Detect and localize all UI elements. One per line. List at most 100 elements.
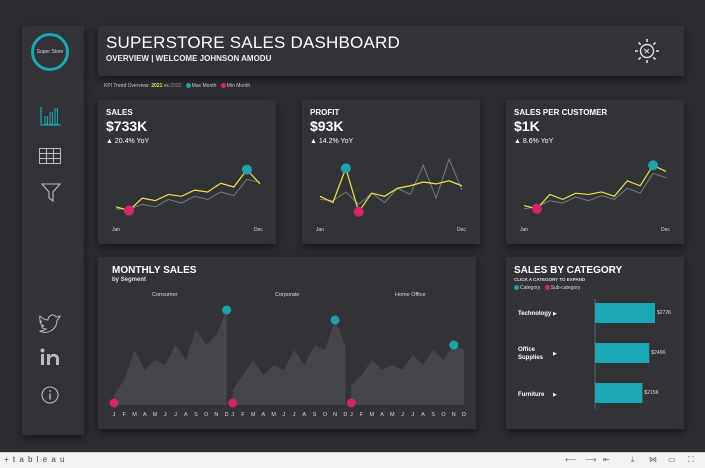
- max-month-point: [340, 163, 351, 174]
- category-subtitle: CLICK A CATEGORY TO EXPAND: [514, 277, 586, 282]
- month-label: A: [142, 412, 147, 418]
- category-label-technology[interactable]: Technology: [518, 310, 551, 318]
- expand-arrow-icon[interactable]: ▶: [553, 351, 557, 357]
- month-label: M: [152, 412, 158, 418]
- category-label-furniture[interactable]: Furniture: [518, 391, 544, 399]
- logo-text: Super Store: [36, 49, 64, 55]
- month-label: D: [462, 412, 466, 418]
- twitter-icon[interactable]: [39, 314, 61, 333]
- month-label: S: [312, 412, 317, 418]
- kpi-card-sales[interactable]: SALES $733K ▲ 20.4% YoY Jan Dec: [98, 100, 276, 244]
- expand-arrow-icon[interactable]: ▶: [553, 392, 557, 398]
- category-title: SALES BY CATEGORY: [514, 265, 623, 276]
- month-label: S: [431, 412, 436, 418]
- header-panel: SUPERSTORE SALES DASHBOARD OVERVIEW | WE…: [98, 26, 684, 76]
- monthly-subtitle: by Segment: [112, 277, 147, 283]
- month-label: N: [333, 412, 338, 418]
- max-month-point: [222, 305, 232, 315]
- footer-toolbar: + t a b l e a u ⟵ ⟶ ⇤ ⤓ ⋈ ▭ ⛶: [0, 452, 705, 468]
- tableau-brand[interactable]: + t a b l e a u: [4, 455, 65, 464]
- axis-end-label: Dec: [457, 227, 466, 233]
- category-bar: [595, 343, 650, 363]
- download-icon[interactable]: ⤓: [631, 455, 635, 465]
- month-label: J: [231, 412, 235, 418]
- kpi-sparkline: [115, 164, 261, 216]
- bar-value-label: $246K: [651, 350, 666, 356]
- kpi-label: SALES PER CUSTOMER: [514, 108, 608, 117]
- min-month-point: [228, 398, 238, 408]
- fullscreen-icon[interactable]: ⛶: [688, 455, 694, 465]
- filter-icon[interactable]: [40, 183, 62, 203]
- info-icon[interactable]: [41, 386, 59, 404]
- kpi-yoy: ▲ 8.6% YoY: [514, 138, 554, 145]
- min-month-point: [124, 205, 135, 216]
- min-month-point: [531, 203, 542, 214]
- month-label: J: [349, 412, 353, 418]
- segment-area: [351, 345, 464, 405]
- axis-end-label: Dec: [661, 227, 670, 233]
- undo-icon[interactable]: ⟵: [565, 455, 576, 464]
- month-label: N: [214, 412, 219, 418]
- min-month-point: [346, 398, 356, 408]
- kpi-card-profit[interactable]: PROFIT $93K ▲ 14.2% YoY Jan Dec: [302, 100, 480, 244]
- month-label: F: [359, 412, 364, 418]
- min-month-point: [109, 398, 119, 408]
- category-legend: Category Sub-category: [514, 285, 580, 291]
- table-icon[interactable]: [39, 148, 61, 164]
- month-label: A: [261, 412, 266, 418]
- category-label-office-supplies[interactable]: Office Supplies: [518, 346, 552, 362]
- share-icon[interactable]: ⋈: [649, 455, 657, 464]
- redo-icon[interactable]: ⟶: [585, 455, 596, 464]
- month-label: J: [112, 412, 116, 418]
- kpi-yoy: ▲ 20.4% YoY: [106, 138, 150, 145]
- linkedin-icon[interactable]: [40, 348, 60, 366]
- category-dot-icon: [514, 285, 519, 291]
- month-label: J: [163, 412, 167, 418]
- axis-start-label: Jan: [520, 227, 529, 233]
- month-label: M: [390, 412, 395, 418]
- series-line-prior: [115, 179, 261, 210]
- bar-value-label: $272K: [657, 310, 672, 316]
- monthly-area-chart: [109, 305, 464, 408]
- kpi-value: $93K: [310, 118, 344, 134]
- month-label: O: [441, 412, 446, 418]
- min-month-point: [353, 206, 364, 217]
- max-dot-icon: [185, 83, 191, 89]
- legend-category: Category: [520, 285, 541, 291]
- axis-end-label: Dec: [254, 227, 263, 233]
- max-month-point: [241, 164, 252, 175]
- month-label: F: [122, 412, 126, 418]
- month-label: A: [421, 412, 425, 418]
- month-label: O: [322, 412, 327, 418]
- month-label: J: [174, 412, 177, 418]
- logo: Super Store: [31, 33, 69, 71]
- max-month-point: [330, 315, 340, 325]
- kpi-sparkline: [523, 160, 667, 214]
- month-label: A: [380, 412, 384, 418]
- month-label: M: [132, 412, 137, 418]
- segment-label: Home Office: [395, 292, 426, 298]
- axis-start-label: Jan: [112, 227, 121, 233]
- sidebar: Super Store: [22, 26, 84, 435]
- kpi-value: $733K: [106, 118, 148, 134]
- subcategory-dot-icon: [544, 285, 550, 291]
- kpi-card-sales-per-customer[interactable]: SALES PER CUSTOMER $1K ▲ 8.6% YoY Jan De…: [506, 100, 684, 244]
- settings-icon[interactable]: [634, 38, 660, 64]
- expand-arrow-icon[interactable]: ▶: [553, 311, 557, 317]
- legend-year-current: 2021: [151, 83, 163, 89]
- comment-icon[interactable]: ▭: [668, 455, 676, 464]
- bar-value-label: $215K: [644, 390, 659, 396]
- legend-vs: vs: [163, 83, 169, 89]
- month-label: A: [302, 412, 307, 418]
- kpi-sparkline: [319, 157, 463, 217]
- axis-start-label: Jan: [316, 227, 325, 233]
- revert-icon[interactable]: ⇤: [603, 455, 610, 464]
- month-label: J: [401, 412, 404, 418]
- series-line-current: [319, 166, 463, 214]
- kpi-value: $1K: [514, 118, 540, 134]
- month-label: S: [194, 412, 198, 418]
- legend-max: Max Month: [191, 83, 217, 89]
- max-month-point: [648, 160, 659, 171]
- chart-icon[interactable]: [40, 106, 62, 126]
- segment-label: Corporate: [275, 292, 300, 298]
